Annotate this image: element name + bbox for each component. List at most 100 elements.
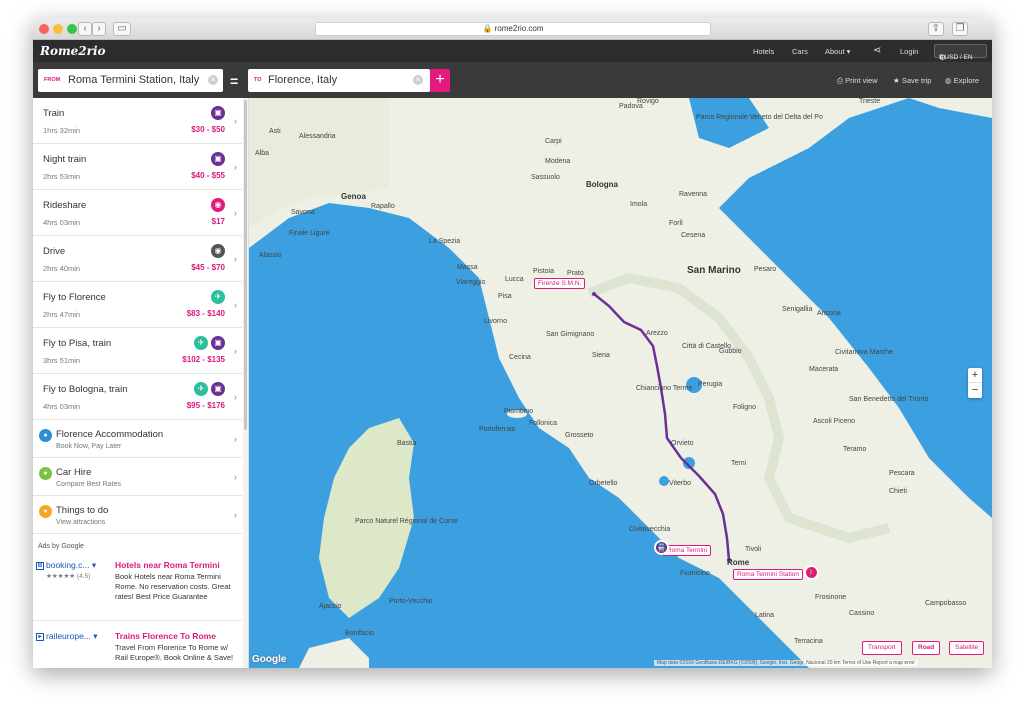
address-bar[interactable]: 🔒 rome2rio.com [315,22,711,36]
city-label: Bologna [586,180,618,189]
sidebar-icon[interactable]: ▭ [113,22,131,36]
zoom-dot[interactable] [67,24,77,34]
clear-icon[interactable]: × [208,75,218,85]
city-label: Bonifacio [345,630,374,637]
chevron-right-icon: › [234,162,237,172]
route-item[interactable]: Train 1hrs 32min ▣ $30 - $50 › [33,98,242,144]
route-item[interactable]: Night train 2hrs 53min ▣ $40 - $55 › [33,144,242,190]
city-label: Orvieto [671,440,694,447]
city-label: Massa [457,264,478,271]
nav-hotels[interactable]: Hotels [753,47,774,56]
extra-item[interactable]: ● Car Hire Compare Best Rates › [33,458,242,496]
clear-icon[interactable]: × [413,75,423,85]
plane-icon: ✈ [211,290,225,304]
map-type-satellite[interactable]: Satellite [949,641,985,655]
map-attribution[interactable]: Map data ©2016 GeoBasis-DE/BKG (©2009), … [654,660,918,666]
city-label: Rapallo [371,203,395,210]
city-label: Ascoli Piceno [813,418,856,425]
browser-window: ‹ › ▭ 🔒 rome2rio.com ⇪ ❐ Rome2rio Hotels… [33,18,992,668]
ad-title[interactable]: Hotels near Roma Termini [115,560,220,570]
train-station-marker[interactable]: 🚆 [654,540,669,555]
tabs-icon[interactable]: ❐ [952,22,968,36]
browser-chrome: ‹ › ▭ 🔒 rome2rio.com ⇪ ❐ [33,18,992,40]
city-label: Asti [269,128,281,135]
extra-item[interactable]: ● Florence Accommodation Book Now, Pay L… [33,420,242,458]
forward-icon[interactable]: › [92,22,106,36]
ad-source[interactable]: ▸ raileurope... ▾ [36,631,98,642]
ad-title[interactable]: Trains Florence To Rome [115,631,216,641]
site-logo[interactable]: Rome2rio [40,44,106,58]
zoom-in-button[interactable]: + [968,368,982,383]
ad-source[interactable]: Bbooking.c... ▾ [36,560,96,571]
from-field[interactable]: FROM Roma Termini Station, Italy × [38,69,223,92]
globe-icon: ◍ [945,76,952,85]
key-icon: ● [39,467,52,480]
city-label: San Gimignano [546,331,595,338]
route-item[interactable]: Fly to Pisa, train 3hrs 51min ✈ ▣ $102 - … [33,328,242,374]
booking-icon: B [36,561,44,570]
search-bar: FROM Roma Termini Station, Italy × = TO … [33,62,992,98]
ad-source-label: booking.c... [46,560,90,570]
walk-marker-icon[interactable]: 🚶 [804,565,819,580]
print-view-button[interactable]: ⎙ Print view [837,76,878,86]
zoom-out-button[interactable]: − [968,383,982,398]
to-field[interactable]: TO Florence, Italy × [248,69,430,92]
map-type-road[interactable]: Road [912,641,941,655]
city-label: Siena [592,352,610,359]
currency-selector[interactable]: $ USD / EN ⚙ [934,44,987,62]
route-duration: 4hrs 03min [43,218,81,227]
station-pin[interactable]: Firenze S.M.N. [534,278,586,289]
route-item[interactable]: Rideshare 4hrs 03min ◉ $17 › [33,190,242,236]
city-label: Lucca [505,276,524,283]
route-sidebar: Train 1hrs 32min ▣ $30 - $50 › Night trai… [33,98,249,668]
route-item[interactable]: Fly to Bologna, train 4hrs 03min ✈ ▣ $95 … [33,374,242,420]
route-name: Rideshare [43,200,87,211]
city-label: Livorno [484,318,507,325]
city-label: Ajaccio [319,603,342,610]
route-icons: ◉ [208,198,225,212]
save-trip-button[interactable]: ★ Save trip [893,76,931,85]
sidebar-scrollbar[interactable] [243,98,248,668]
share-icon[interactable]: ⋖ [873,45,881,56]
city-label: Cassino [849,610,875,617]
map-type-transport[interactable]: Transport [862,641,902,655]
city-label: Bastia [397,440,417,447]
back-icon[interactable]: ‹ [78,22,92,36]
chevron-right-icon: › [234,300,237,310]
city-label: Chianciano Terme [636,385,693,392]
route-name: Train [43,108,65,119]
city-label: Pistoia [533,268,555,275]
station-pin[interactable]: Roma Termini [663,545,711,556]
zoom-control: + − [968,368,982,398]
chevron-right-icon: › [234,208,237,218]
city-label: Ravenna [679,191,708,198]
city-label: Trieste [859,98,881,105]
nav-cars[interactable]: Cars [792,47,808,56]
extra-title: Florence Accommodation [56,429,164,440]
ticket-icon: ● [39,505,52,518]
scrollbar-thumb[interactable] [244,100,247,430]
extra-title: Things to do [56,505,109,516]
share-icon[interactable]: ⇪ [928,22,944,36]
route-map[interactable]: Rovigo Trieste Padova Parco Regionale Venet… [249,98,992,668]
swap-icon[interactable]: = [230,73,238,89]
minimize-dot[interactable] [53,24,63,34]
route-price: $102 - $135 [182,355,225,364]
explore-button[interactable]: ◍ Explore [945,76,979,85]
route-item[interactable]: Drive 2hrs 40min ◉ $45 - $70 › [33,236,242,282]
nav-about[interactable]: About ▾ [825,47,850,56]
printer-icon: ⎙ [837,76,843,85]
site-header: Rome2rio Hotels Cars About ▾ ⋖ Login $ U… [33,40,992,62]
route-price: $30 - $50 [191,125,225,134]
station-pin[interactable]: Roma Termini Station [733,569,804,580]
city-label: Perugia [698,381,723,388]
city-label: Frosinone [815,594,847,601]
nav-login[interactable]: Login [900,47,918,56]
route-item[interactable]: Fly to Florence 2hrs 47min ✈ $83 - $140 … [33,282,242,328]
chevron-right-icon: › [234,116,237,126]
add-destination-button[interactable]: + [430,69,450,92]
close-dot[interactable] [39,24,49,34]
plane-icon: ✈ [194,336,208,350]
city-label: Foligno [733,404,756,411]
extra-item[interactable]: ● Things to do View attractions › [33,496,242,534]
